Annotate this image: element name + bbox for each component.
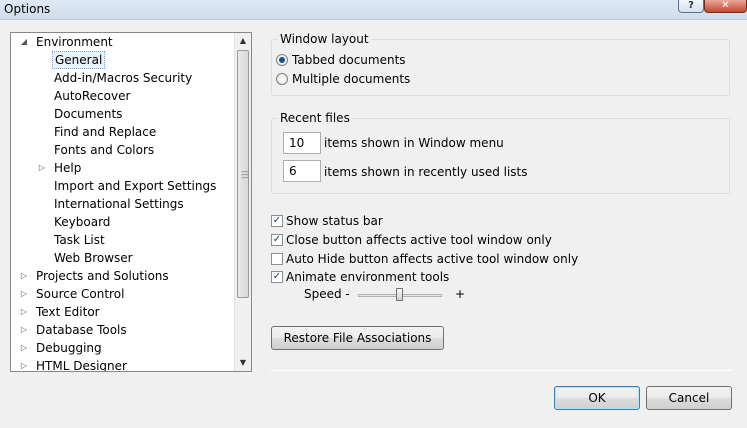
window-menu-count-input[interactable]: 10: [283, 132, 321, 154]
title-bar: Options ? ✕: [0, 0, 747, 20]
expand-arrow-icon[interactable]: ▷: [19, 339, 29, 357]
restore-file-associations-button[interactable]: Restore File Associations: [271, 326, 444, 350]
close-button[interactable]: ✕: [704, 0, 747, 13]
checkmark-icon[interactable]: ✓: [271, 234, 283, 246]
tree-item-label: General: [52, 51, 106, 69]
speed-plus-label: +: [455, 287, 466, 301]
recent-files-group: Recent files: [271, 111, 730, 194]
scroll-down-arrow-icon[interactable]: ▼: [235, 355, 251, 371]
grip-icon: — — —: [241, 167, 249, 182]
checkbox-label: Close button affects active tool window …: [286, 233, 552, 247]
expand-arrow-icon[interactable]: ▷: [19, 303, 29, 321]
recent-files-title: Recent files: [278, 111, 352, 125]
expand-arrow-icon[interactable]: ▷: [19, 321, 29, 339]
checkbox-label: Auto Hide button affects active tool win…: [286, 252, 579, 266]
tree-item-label: AutoRecover: [54, 89, 131, 103]
help-button[interactable]: ?: [678, 0, 704, 13]
checkbox-label: Show status bar: [286, 214, 383, 228]
radio-tabbed-documents[interactable]: Tabbed documents: [276, 52, 406, 68]
tree-item-label: Fonts and Colors: [54, 143, 155, 157]
tree-item-label: HTML Designer: [36, 359, 127, 372]
ok-button[interactable]: OK: [554, 386, 640, 410]
tree-item-label: Projects and Solutions: [36, 269, 169, 283]
animate-tools-checkbox[interactable]: ✓ Animate environment tools: [271, 269, 449, 285]
speed-label: Speed -: [304, 287, 350, 301]
window-layout-group: Window layout Tabbed documents Multiple …: [271, 32, 730, 96]
scroll-thumb[interactable]: — — —: [237, 50, 249, 298]
tree-item-label: International Settings: [54, 197, 184, 211]
expand-arrow-icon[interactable]: ▷: [19, 285, 29, 303]
tree-item-label: Web Browser: [54, 251, 133, 265]
tree-item-label: Find and Replace: [54, 125, 157, 139]
window-title: Options: [4, 2, 51, 16]
checkbox-box[interactable]: [271, 253, 283, 265]
tree-item-label: Database Tools: [36, 323, 127, 337]
scroll-up-arrow-icon[interactable]: ▲: [235, 33, 251, 49]
recent-lists-count-input[interactable]: 6: [283, 160, 321, 182]
checkbox-label: Animate environment tools: [286, 270, 450, 284]
tree-item-label: Debugging: [36, 341, 102, 355]
expand-arrow-icon[interactable]: ▷: [19, 267, 29, 285]
checkmark-icon[interactable]: ✓: [271, 271, 283, 283]
tree-item-label: Keyboard: [54, 215, 111, 229]
tree-item-label: Help: [54, 161, 82, 175]
tree-item-label: Import and Export Settings: [54, 179, 217, 193]
radio-button[interactable]: [276, 54, 288, 66]
recent-lists-count-label: items shown in recently used lists: [324, 165, 528, 179]
checkmark-icon[interactable]: ✓: [271, 215, 283, 227]
radio-button[interactable]: [276, 73, 288, 85]
cancel-button[interactable]: Cancel: [646, 386, 732, 410]
close-button-affects-checkbox[interactable]: ✓ Close button affects active tool windo…: [271, 232, 552, 248]
radio-label: Tabbed documents: [292, 53, 406, 67]
tree-item-label: Environment: [36, 35, 113, 49]
window-menu-count-label: items shown in Window menu: [324, 136, 504, 150]
expand-arrow-icon[interactable]: ▷: [19, 357, 29, 371]
tree-scrollbar[interactable]: ▲ — — — ▼: [234, 33, 251, 371]
options-tree[interactable]: ◢ Environment General Add-in/Macros Securit…: [10, 32, 252, 372]
separator: [270, 370, 732, 371]
auto-hide-affects-checkbox[interactable]: Auto Hide button affects active tool win…: [271, 251, 578, 267]
tree-item-label: Source Control: [36, 287, 125, 301]
tree-item-label: Add-in/Macros Security: [54, 71, 193, 85]
speed-slider-thumb[interactable]: [396, 288, 403, 301]
radio-label: Multiple documents: [292, 72, 411, 86]
tree-item-label: Task List: [54, 233, 105, 247]
expand-arrow-icon[interactable]: ▷: [37, 159, 47, 177]
show-status-bar-checkbox[interactable]: ✓ Show status bar: [271, 213, 383, 229]
window-layout-title: Window layout: [278, 32, 371, 46]
collapse-arrow-icon[interactable]: ◢: [19, 33, 29, 51]
radio-multiple-documents[interactable]: Multiple documents: [276, 71, 410, 87]
tree-item-label: Text Editor: [36, 305, 100, 319]
tree-item-label: Documents: [54, 107, 123, 121]
